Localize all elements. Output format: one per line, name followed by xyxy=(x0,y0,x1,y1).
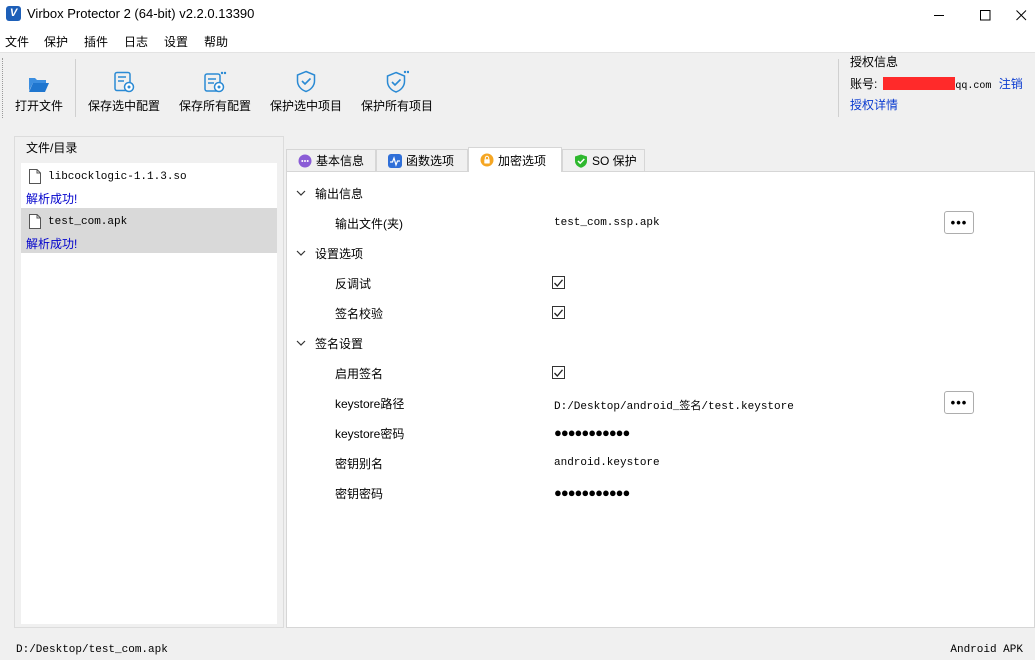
output-file-value[interactable]: test_com.ssp.apk xyxy=(554,217,660,229)
chat-bubble-icon xyxy=(298,154,312,167)
maximize-button[interactable] xyxy=(962,0,1008,30)
chevron-down-icon xyxy=(296,190,306,196)
window-title: Virbox Protector 2 (64-bit) v2.2.0.13390 xyxy=(27,6,255,21)
protect-all-label: 保护所有项目 xyxy=(360,99,433,113)
protect-all-button[interactable]: 保护所有项目 xyxy=(360,67,434,114)
shield-check-green-icon xyxy=(575,154,587,168)
key-password-field[interactable]: ●●●●●●●●●●● xyxy=(554,485,630,500)
section-signing-title: 签名设置 xyxy=(315,336,364,351)
section-settings[interactable]: 设置选项 xyxy=(296,243,363,263)
keystore-path-value[interactable]: D:/Desktop/android_签名/test.keystore xyxy=(554,397,794,413)
shield-check-all-icon xyxy=(386,70,409,93)
file-status: 解析成功! xyxy=(26,192,78,206)
config-all-gear-icon xyxy=(204,71,227,93)
menu-help[interactable]: 帮助 xyxy=(204,33,228,50)
folder-open-icon xyxy=(29,78,49,92)
tab-function-options[interactable]: 函数选项 xyxy=(376,149,468,171)
checkmark-icon xyxy=(554,278,563,287)
tab-function-options-label: 函数选项 xyxy=(406,154,455,168)
redacted-email xyxy=(883,77,956,90)
open-file-button[interactable]: 打开文件 xyxy=(14,67,64,114)
status-path: D:/Desktop/test_com.apk xyxy=(16,644,168,656)
output-file-label: 输出文件(夹) xyxy=(335,217,403,231)
chevron-down-icon xyxy=(296,340,306,346)
section-settings-title: 设置选项 xyxy=(315,246,364,261)
protect-selected-label: 保护选中项目 xyxy=(269,99,342,113)
open-file-label: 打开文件 xyxy=(14,99,63,113)
file-directory-title: 文件/目录 xyxy=(24,139,80,156)
minimize-icon xyxy=(933,14,944,16)
anti-debug-label: 反调试 xyxy=(335,277,372,291)
tab-so-protect[interactable]: SO 保护 xyxy=(562,149,645,171)
save-all-config-button[interactable]: 保存所有配置 xyxy=(178,67,252,114)
file-icon xyxy=(29,214,41,229)
toolbar-grip[interactable] xyxy=(2,58,4,118)
file-list-item[interactable]: libcocklogic-1.1.3.so 解析成功! xyxy=(21,163,277,208)
file-name: test_com.apk xyxy=(48,216,128,228)
auth-panel: 授权信息 账号: qq.com 注销 授权详情 xyxy=(838,53,1035,121)
close-icon xyxy=(1016,9,1027,20)
shield-check-icon xyxy=(296,70,316,93)
key-alias-value[interactable]: android.keystore xyxy=(554,457,660,469)
maximize-icon xyxy=(979,9,990,20)
file-icon xyxy=(29,169,41,184)
keystore-path-label: keystore路径 xyxy=(335,397,405,411)
protect-selected-button[interactable]: 保护选中项目 xyxy=(269,67,343,114)
tab-encryption-options[interactable]: 加密选项 xyxy=(468,147,562,172)
chevron-down-icon xyxy=(296,250,306,256)
browse-output-button[interactable]: ••• xyxy=(944,211,974,234)
account-email-suffix: qq.com xyxy=(955,81,992,92)
section-signing[interactable]: 签名设置 xyxy=(296,333,363,353)
tab-encryption-options-label: 加密选项 xyxy=(498,153,547,168)
waveform-icon xyxy=(388,153,402,168)
save-selected-config-label: 保存选中配置 xyxy=(87,99,160,113)
toolbar-separator xyxy=(75,59,76,117)
file-list-item[interactable]: test_com.apk 解析成功! xyxy=(21,208,277,253)
auth-title: 授权信息 xyxy=(850,55,899,69)
signature-verify-label: 签名校验 xyxy=(335,307,384,321)
tab-basic-info[interactable]: 基本信息 xyxy=(286,149,376,171)
signature-verify-checkbox[interactable] xyxy=(552,306,565,319)
enable-sign-checkbox[interactable] xyxy=(552,366,565,379)
anti-debug-checkbox[interactable] xyxy=(552,276,565,289)
auth-details-link[interactable]: 授权详情 xyxy=(850,96,898,113)
browse-keystore-button[interactable]: ••• xyxy=(944,391,974,414)
lock-icon xyxy=(480,153,494,167)
save-selected-config-button[interactable]: 保存选中配置 xyxy=(87,67,161,114)
checkmark-icon xyxy=(554,368,563,377)
close-button[interactable] xyxy=(1008,0,1035,30)
menu-bar: 文件 保护 插件 日志 设置 帮助 xyxy=(0,30,1035,52)
key-alias-label: 密钥别名 xyxy=(335,457,384,471)
menu-protect[interactable]: 保护 xyxy=(44,33,68,50)
checkmark-icon xyxy=(554,308,563,317)
key-password-label: 密钥密码 xyxy=(335,487,384,501)
auth-account: 账号: qq.com 注销 xyxy=(850,75,1023,92)
config-file-gear-icon xyxy=(114,71,135,93)
file-list[interactable]: libcocklogic-1.1.3.so 解析成功! test_com.apk… xyxy=(21,163,277,624)
enable-sign-label: 启用签名 xyxy=(335,367,384,381)
toolbar: 打开文件 保存选中配置 保存所有配置 保护选中项目 保护所有项目 授权信息 账号… xyxy=(0,52,1035,122)
keystore-password-label: keystore密码 xyxy=(335,427,405,441)
section-output-title: 输出信息 xyxy=(315,186,364,201)
section-output[interactable]: 输出信息 xyxy=(296,183,363,203)
menu-log[interactable]: 日志 xyxy=(124,33,148,50)
menu-settings[interactable]: 设置 xyxy=(164,33,188,50)
menu-plugins[interactable]: 插件 xyxy=(84,33,108,50)
minimize-button[interactable] xyxy=(916,0,962,30)
keystore-password-field[interactable]: ●●●●●●●●●●● xyxy=(554,425,630,440)
file-status: 解析成功! xyxy=(26,237,78,251)
account-label: 账号: xyxy=(850,77,878,91)
logout-link[interactable]: 注销 xyxy=(999,77,1023,91)
title-bar: V Virbox Protector 2 (64-bit) v2.2.0.133… xyxy=(0,0,1035,30)
menu-file[interactable]: 文件 xyxy=(5,33,29,50)
save-all-config-label: 保存所有配置 xyxy=(178,99,251,113)
tab-so-protect-label: SO 保护 xyxy=(592,154,637,168)
app-logo-icon: V xyxy=(6,6,21,21)
file-name: libcocklogic-1.1.3.so xyxy=(48,171,187,183)
tab-basic-info-label: 基本信息 xyxy=(316,154,365,168)
status-file-type: Android APK xyxy=(950,644,1023,656)
